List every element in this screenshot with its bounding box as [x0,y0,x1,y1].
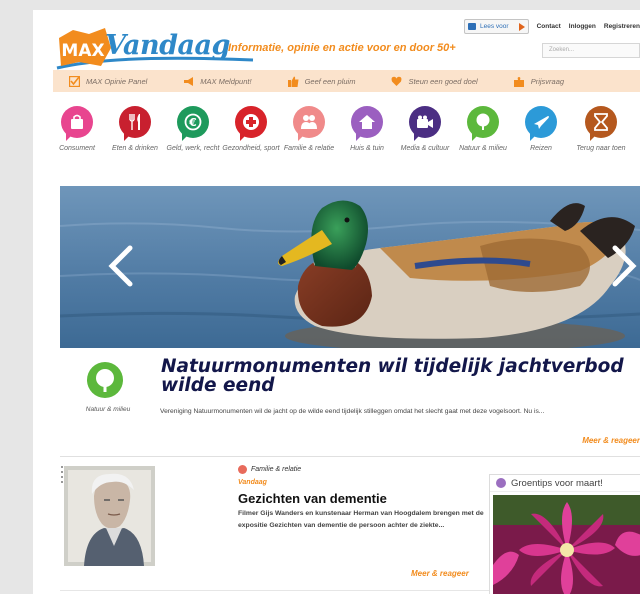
speaker-icon [468,23,477,30]
search-input[interactable]: Zoeken... [542,43,640,58]
category-reizen[interactable]: Reizen [511,106,571,153]
goed-doel-link[interactable]: Steun een goed doel [391,76,478,87]
meldpunt-link[interactable]: MAX Meldpunt! [183,76,252,87]
secondary-date: Vandaag [238,479,267,486]
house-icon [496,478,506,488]
dementie-portrait-image[interactable] [64,466,155,566]
category-consument[interactable]: Consument [47,106,107,153]
contact-link[interactable]: Contact [537,23,561,30]
thumbs-up-icon [287,76,299,87]
hero-slider[interactable] [60,186,640,348]
category-geld-werk-recht[interactable]: € Geld, werk, recht [163,106,223,153]
category-label: Eten & drinken [112,145,158,152]
secondary-more-link[interactable]: Meer & reageer [411,569,469,578]
category-terug-naar-toen[interactable]: Terug naar toen [569,106,633,153]
checkbox-icon [69,75,80,87]
svg-text:€: € [188,116,197,129]
house-icon [351,106,383,141]
lees-voor-button[interactable]: Lees voor [464,19,529,34]
shopping-bag-icon [61,106,93,141]
category-label: Natuur & milieu [459,145,507,152]
hourglass-icon [585,106,617,141]
logo-max-text: MAX [61,41,104,61]
top-bar: Lees voor Contact Inloggen Registreren [464,19,640,34]
tree-icon[interactable] [87,362,123,398]
category-huis-tuin[interactable]: Huis & tuin [337,106,397,153]
category-label: Geld, werk, recht [166,145,220,152]
secondary-summary: Filmer Gijs Wanders en kunstenaar Herman… [238,510,484,529]
service-bar: MAX Opinie Panel MAX Meldpunt! Geef een … [53,70,640,92]
family-icon [238,465,247,474]
airplane-icon [525,106,557,141]
prijsvraag-label: Prijsvraag [530,76,565,86]
fork-knife-icon [119,106,151,141]
play-icon [518,22,525,31]
featured-headline[interactable]: Natuurmonumenten wil tijdelijk jachtverb… [161,357,640,395]
logo-vandaag-text: Vandaag [105,30,230,61]
groentips-title: Groentips voor maart! [511,477,603,489]
hero-duck-image [60,186,640,348]
camera-icon [409,106,441,141]
puzzle-icon [513,76,524,87]
category-label: Media & cultuur [400,145,450,152]
tagline: Informatie, opinie en actie voor en door… [228,42,456,54]
category-label: Reizen [530,145,552,152]
category-label: Consument [59,145,95,152]
featured-summary: Vereniging Natuurmonumenten wil de jacht… [160,408,545,415]
family-icon [293,106,325,141]
heart-icon [392,76,402,86]
secondary-category[interactable]: Familie & relatie [238,465,301,474]
tree-icon [467,106,499,141]
opinie-panel-label: MAX Opinie Panel [86,76,148,86]
clematis-flower-image [493,495,640,594]
groentips-header: Groentips voor maart! [490,475,640,492]
lees-voor-label: Lees voor [480,23,509,30]
category-label: Familie & relatie [283,145,335,152]
medical-cross-icon [235,106,267,141]
opinie-panel-link[interactable]: MAX Opinie Panel [69,75,148,87]
euro-icon: € [177,106,209,141]
pluim-link[interactable]: Geef een pluim [287,76,356,87]
goed-doel-label: Steun een goed doel [408,76,478,86]
category-gezondheid-sport[interactable]: Gezondheid, sport [221,106,281,153]
category-label: Terug naar toen [576,145,626,152]
secondary-headline[interactable]: Gezichten van dementie [238,491,387,506]
secondary-category-label: Familie & relatie [251,466,302,473]
category-eten-drinken[interactable]: Eten & drinken [105,106,165,153]
groentips-box[interactable]: Groentips voor maart! [489,474,640,594]
login-link[interactable]: Inloggen [569,23,596,30]
category-familie-relatie[interactable]: Familie & relatie [279,106,339,153]
category-label: Huis & tuin [350,145,384,152]
category-media-cultuur[interactable]: Media & cultuur [395,106,455,153]
featured-category-label[interactable]: Natuur & milieu [73,406,143,413]
meldpunt-label: MAX Meldpunt! [200,76,252,86]
featured-more-link[interactable]: Meer & reageer [582,436,640,445]
divider [60,590,490,591]
register-link[interactable]: Registreren [604,23,640,30]
prijsvraag-link[interactable]: Prijsvraag [513,76,565,87]
category-label: Gezondheid, sport [222,145,280,152]
megaphone-icon [184,76,194,86]
page: MAX Vandaag Informatie, opinie en actie … [33,10,640,594]
pluim-label: Geef een pluim [304,76,356,86]
drag-handle [61,466,63,486]
category-natuur-milieu[interactable]: Natuur & milieu [453,106,513,153]
divider [60,456,640,457]
